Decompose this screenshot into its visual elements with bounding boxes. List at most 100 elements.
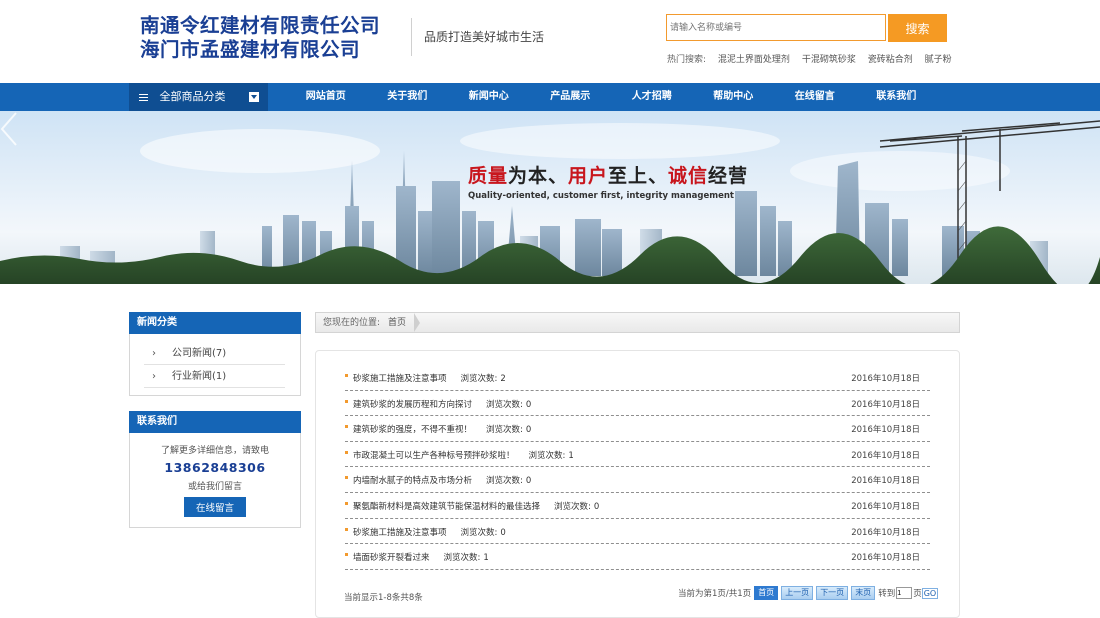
news-views: 浏览次数: 2 — [461, 374, 506, 384]
news-date: 2016年10月18日 — [851, 399, 920, 410]
last-page-button[interactable]: 末页 — [851, 586, 876, 600]
views-count: 2 — [500, 374, 506, 384]
category-item-industry-news[interactable]: › 行业新闻(1) — [144, 365, 285, 388]
prev-page-button[interactable]: 上一页 — [781, 586, 814, 600]
news-title-link[interactable]: 聚氨酯新材料是高效建筑节能保温材料的最佳选择 浏览次数: 0 — [353, 500, 599, 512]
news-title[interactable]: 市政混凝土可以生产各种标号预拌砂浆啦！ — [353, 451, 515, 461]
views-label: 浏览次数: — [486, 399, 523, 410]
hot-search-link[interactable]: 干混砌筑砂浆 — [802, 55, 856, 65]
hot-search-link[interactable]: 瓷砖粘合剂 — [868, 55, 913, 65]
header-divider — [411, 18, 412, 56]
banner-title-part: 诚信 — [668, 165, 709, 187]
news-row[interactable]: 砂浆施工措施及注意事项 浏览次数: 0 2016年10月18日 — [345, 519, 930, 545]
search-button[interactable]: 搜索 — [888, 14, 947, 42]
news-title-link[interactable]: 砂浆施工措施及注意事项 浏览次数: 2 — [353, 372, 506, 384]
category-menu-label: 全部商品分类 — [159, 90, 226, 103]
nav-item-news[interactable]: 新闻中心 — [448, 83, 530, 111]
header-slogan: 品质打造美好城市生活 — [424, 30, 545, 44]
nav-item-help[interactable]: 帮助中心 — [693, 83, 775, 111]
nav-item-about[interactable]: 关于我们 — [367, 83, 449, 111]
news-title[interactable]: 建筑砂浆的强度，不得不重视！ — [353, 425, 472, 435]
views-label: 浏览次数: — [486, 476, 523, 487]
views-label: 浏览次数: — [460, 374, 498, 384]
category-item-company-news[interactable]: › 公司新闻(7) — [144, 342, 285, 365]
news-title[interactable]: 内墙耐水腻子的特点及市场分析 — [353, 476, 472, 486]
breadcrumb: 您现在的位置: 首页 — [315, 312, 960, 333]
search-input[interactable] — [666, 14, 886, 41]
contact-box: 了解更多详细信息，请致电 13862848306 或给我们留言 在线留言 — [129, 433, 301, 528]
banner-subtitle: Quality-oriented, customer first, integr… — [468, 191, 734, 201]
news-row[interactable]: 内墙耐水腻子的特点及市场分析 浏览次数: 0 2016年10月18日 — [345, 467, 930, 493]
views-label: 浏览次数: — [528, 450, 566, 461]
news-title-link[interactable]: 砂浆施工措施及注意事项 浏览次数: 0 — [353, 526, 506, 538]
breadcrumb-home-link[interactable]: 首页 — [384, 313, 421, 332]
main-nav: 全部商品分类 网站首页 关于我们 新闻中心 产品展示 人才招聘 帮助中心 在线留… — [0, 83, 1100, 111]
news-title-link[interactable]: 建筑砂浆的发展历程和方向探讨 浏览次数: 0 — [353, 398, 531, 410]
hot-search-link[interactable]: 腻子粉 — [925, 55, 952, 65]
views-count: 0 — [593, 502, 600, 512]
contact-phone: 13862848306 — [164, 460, 266, 475]
news-date: 2016年10月18日 — [851, 476, 920, 487]
news-date: 2016年10月18日 — [851, 374, 920, 384]
banner-prev-arrow-icon[interactable] — [0, 111, 18, 147]
views-count: 0 — [525, 399, 532, 410]
go-button[interactable]: GO — [921, 587, 939, 599]
news-title[interactable]: 建筑砂浆的发展历程和方向探讨 — [353, 400, 472, 410]
news-views: 浏览次数: 0 — [486, 476, 531, 486]
news-views: 浏览次数: 0 — [486, 400, 531, 410]
views-count: 0 — [500, 527, 506, 538]
news-title[interactable]: 砂浆施工措施及注意事项 — [353, 528, 447, 538]
banner-title-part: 至上、 — [608, 165, 669, 187]
news-title[interactable]: 墙面砂浆开裂看过来 — [353, 553, 430, 563]
next-page-button[interactable]: 下一页 — [816, 586, 849, 600]
views-count: 1 — [568, 450, 574, 461]
bullet-icon — [345, 476, 348, 480]
news-views: 浏览次数: 0 — [554, 502, 599, 512]
category-label: 行业新闻(1) — [172, 371, 227, 382]
news-title-link[interactable]: 内墙耐水腻子的特点及市场分析 浏览次数: 0 — [353, 474, 531, 486]
news-views: 浏览次数: 1 — [529, 451, 574, 461]
contact-or-message: 或给我们留言 — [187, 482, 242, 492]
bullet-icon — [345, 374, 348, 377]
bullet-icon — [345, 399, 348, 403]
bullet-icon — [345, 527, 348, 531]
page-info: 当前显示1-8条共8条 — [344, 593, 423, 603]
bullet-icon — [345, 553, 348, 557]
company-logo[interactable]: 南通令红建材有限责任公司 海门市孟盛建材有限公司 — [140, 14, 380, 62]
category-label: 公司新闻(7) — [172, 348, 227, 359]
page-number-input[interactable] — [896, 587, 913, 599]
news-date: 2016年10月18日 — [851, 425, 920, 436]
bullet-icon — [345, 425, 348, 429]
views-label: 浏览次数: — [486, 425, 523, 436]
news-row[interactable]: 建筑砂浆的强度，不得不重视！ 浏览次数: 0 2016年10月18日 — [345, 416, 930, 442]
nav-item-message[interactable]: 在线留言 — [774, 83, 856, 111]
page-unit: 页 — [913, 589, 922, 599]
news-title[interactable]: 聚氨酯新材料是高效建筑节能保温材料的最佳选择 — [353, 502, 540, 512]
logo-line-1: 南通令红建材有限责任公司 — [140, 14, 381, 37]
news-date: 2016年10月18日 — [851, 553, 920, 564]
first-page-button[interactable]: 首页 — [754, 586, 779, 600]
views-count: 0 — [525, 476, 532, 487]
nav-item-home[interactable]: 网站首页 — [285, 83, 367, 111]
news-title-link[interactable]: 墙面砂浆开裂看过来 浏览次数: 1 — [353, 551, 489, 563]
news-row[interactable]: 聚氨酯新材料是高效建筑节能保温材料的最佳选择 浏览次数: 0 2016年10月18日 — [345, 493, 930, 519]
news-title[interactable]: 砂浆施工措施及注意事项 — [353, 374, 447, 384]
nav-item-contact[interactable]: 联系我们 — [856, 83, 938, 111]
chevron-right-icon: › — [152, 371, 156, 382]
news-row[interactable]: 市政混凝土可以生产各种标号预拌砂浆啦！ 浏览次数: 1 2016年10月18日 — [345, 442, 930, 468]
news-date: 2016年10月18日 — [851, 527, 920, 538]
news-row[interactable]: 墙面砂浆开裂看过来 浏览次数: 1 2016年10月18日 — [345, 544, 930, 570]
banner-title-part: 经营 — [708, 165, 749, 187]
hot-search: 热门搜索: 混泥土界面处理剂 干混砌筑砂浆 瓷砖粘合剂 腻子粉 — [667, 52, 961, 65]
nav-item-jobs[interactable]: 人才招聘 — [611, 83, 693, 111]
online-message-button[interactable]: 在线留言 — [184, 497, 246, 517]
news-title-link[interactable]: 市政混凝土可以生产各种标号预拌砂浆啦！ 浏览次数: 1 — [353, 449, 574, 461]
news-title-link[interactable]: 建筑砂浆的强度，不得不重视！ 浏览次数: 0 — [353, 423, 531, 435]
hot-search-link[interactable]: 混泥土界面处理剂 — [718, 55, 790, 65]
contact-header: 联系我们 — [129, 411, 301, 433]
news-row[interactable]: 建筑砂浆的发展历程和方向探讨 浏览次数: 0 2016年10月18日 — [345, 391, 930, 417]
nav-item-products[interactable]: 产品展示 — [530, 83, 612, 111]
logo-line-2: 海门市孟盛建材有限公司 — [140, 38, 361, 61]
category-menu-button[interactable]: 全部商品分类 — [129, 83, 268, 111]
news-row[interactable]: 砂浆施工措施及注意事项 浏览次数: 2 2016年10月18日 — [345, 365, 930, 391]
